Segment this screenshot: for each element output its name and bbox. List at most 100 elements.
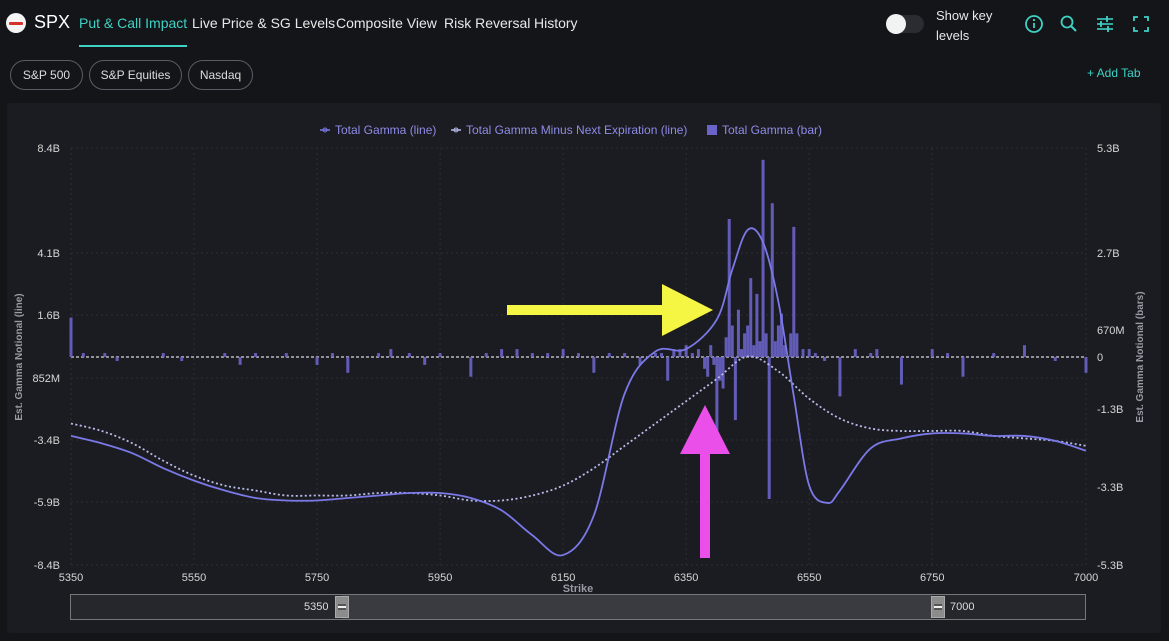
gamma-bar bbox=[838, 357, 842, 397]
gamma-bar bbox=[706, 357, 710, 377]
gamma-bar bbox=[389, 349, 393, 357]
gamma-bar bbox=[733, 357, 737, 421]
gamma-bar bbox=[746, 325, 750, 357]
x-tick-label: 5750 bbox=[305, 572, 329, 584]
gamma-bar bbox=[690, 353, 694, 357]
y-right-tick-label: 5.3B bbox=[1097, 143, 1120, 155]
total-gamma-minus-next-exp-line bbox=[70, 355, 1087, 502]
gamma-bar bbox=[764, 333, 768, 357]
y-left-tick-label: -5.9B bbox=[34, 497, 60, 509]
gamma-bar bbox=[992, 353, 996, 357]
chart-axes: 8.4B 4.1B 1.6B 852M -3.4B -5.9B -8.4B 5.3B 2.7B 6… bbox=[14, 143, 1146, 595]
y-right-tick-label: -3.3B bbox=[1097, 482, 1123, 494]
gamma-bar bbox=[223, 353, 227, 357]
gamma-bar bbox=[103, 353, 107, 357]
gamma-bar bbox=[546, 353, 550, 357]
gamma-bar bbox=[767, 357, 771, 499]
gamma-bar bbox=[530, 353, 534, 357]
gamma-bar bbox=[653, 353, 657, 357]
y-right-tick-label: 2.7B bbox=[1097, 248, 1120, 260]
gamma-bar bbox=[696, 349, 700, 357]
gamma-bar bbox=[484, 353, 488, 357]
gamma-bar bbox=[561, 349, 565, 357]
gamma-bar bbox=[795, 333, 799, 357]
x-tick-label: 6550 bbox=[797, 572, 821, 584]
gamma-bar bbox=[736, 309, 740, 357]
gamma-bar bbox=[930, 349, 934, 357]
y-left-axis-label: Est. Gamma Notional (line) bbox=[14, 293, 25, 420]
gamma-bar bbox=[721, 357, 725, 389]
gamma-bar bbox=[666, 357, 670, 381]
gamma-bar bbox=[715, 357, 719, 432]
gamma-bar bbox=[284, 353, 288, 357]
yellow-arrow bbox=[507, 284, 713, 336]
gamma-bar bbox=[961, 357, 965, 377]
gamma-bar bbox=[607, 353, 611, 357]
gamma-bar bbox=[161, 353, 165, 357]
range-min-label: 5350 bbox=[304, 601, 329, 613]
y-right-axis-label: Est. Gamma Notional (bars) bbox=[1135, 291, 1146, 422]
gamma-bar bbox=[755, 293, 759, 357]
gamma-bar bbox=[577, 353, 580, 357]
gamma-bar bbox=[761, 159, 765, 357]
gamma-chart[interactable]: 8.4B 4.1B 1.6B 852M -3.4B -5.9B -8.4B 5.3B 2.7B 6… bbox=[0, 0, 1169, 641]
gamma-bar bbox=[469, 357, 473, 377]
range-min-handle[interactable] bbox=[335, 596, 349, 618]
gamma-bar bbox=[946, 353, 950, 357]
legend-bar-swatch bbox=[707, 125, 717, 135]
gamma-bar bbox=[709, 345, 713, 357]
annotation-arrows bbox=[507, 284, 730, 558]
y-left-tick-label: -3.4B bbox=[34, 435, 60, 447]
gamma-bar bbox=[438, 353, 442, 357]
gamma-bar bbox=[115, 357, 119, 361]
y-right-tick-label: 670M bbox=[1097, 325, 1125, 337]
legend-label: Total Gamma (line) bbox=[335, 123, 436, 137]
y-right-tick-label: 0 bbox=[1097, 352, 1103, 364]
gamma-bar bbox=[377, 353, 381, 357]
x-tick-label: 6350 bbox=[674, 572, 698, 584]
x-tick-label: 7000 bbox=[1074, 572, 1098, 584]
gamma-bar bbox=[623, 353, 627, 357]
gamma-bar bbox=[238, 357, 242, 365]
legend-label: Total Gamma Minus Next Expiration (line) bbox=[466, 123, 687, 137]
legend-label: Total Gamma (bar) bbox=[722, 123, 822, 137]
gamma-bar bbox=[724, 337, 728, 357]
gamma-bar bbox=[773, 341, 777, 357]
gamma-bar bbox=[592, 357, 596, 373]
magenta-arrow bbox=[680, 405, 730, 558]
total-gamma-line bbox=[70, 227, 1087, 557]
y-left-tick-label: 1.6B bbox=[37, 310, 60, 322]
x-tick-label: 5950 bbox=[428, 572, 452, 584]
gamma-bar bbox=[853, 349, 857, 357]
y-right-tick-label: -1.3B bbox=[1097, 404, 1123, 416]
range-max-label: 7000 bbox=[950, 601, 975, 613]
gamma-bar bbox=[869, 353, 873, 357]
gamma-bar bbox=[749, 278, 753, 357]
gamma-bar bbox=[684, 345, 688, 357]
gamma-bar bbox=[407, 353, 411, 357]
gamma-bar bbox=[515, 349, 519, 357]
range-max-handle[interactable] bbox=[931, 596, 945, 618]
gamma-bar bbox=[69, 317, 73, 357]
gamma-bar bbox=[346, 357, 350, 373]
gamma-bar bbox=[81, 353, 85, 357]
x-tick-label: 5550 bbox=[182, 572, 206, 584]
gamma-bar bbox=[807, 349, 811, 357]
gamma-bar bbox=[180, 357, 184, 361]
x-tick-label: 6750 bbox=[920, 572, 944, 584]
range-selection[interactable] bbox=[342, 595, 932, 619]
x-tick-label: 5350 bbox=[59, 572, 83, 584]
gamma-bar bbox=[730, 325, 734, 357]
y-left-tick-label: -8.4B bbox=[34, 560, 60, 572]
gamma-bar bbox=[823, 357, 827, 361]
strike-range-slider[interactable]: 5350 7000 bbox=[70, 594, 1086, 620]
gamma-bar bbox=[254, 353, 258, 357]
line-series bbox=[70, 227, 1087, 557]
gamma-bar bbox=[801, 349, 805, 357]
gamma-bar bbox=[712, 357, 716, 365]
gamma-bar bbox=[315, 357, 319, 365]
gamma-bar bbox=[423, 357, 427, 365]
gamma-bar bbox=[752, 345, 756, 357]
y-right-tick-label: -5.3B bbox=[1097, 560, 1123, 572]
gamma-bar bbox=[1022, 345, 1026, 357]
